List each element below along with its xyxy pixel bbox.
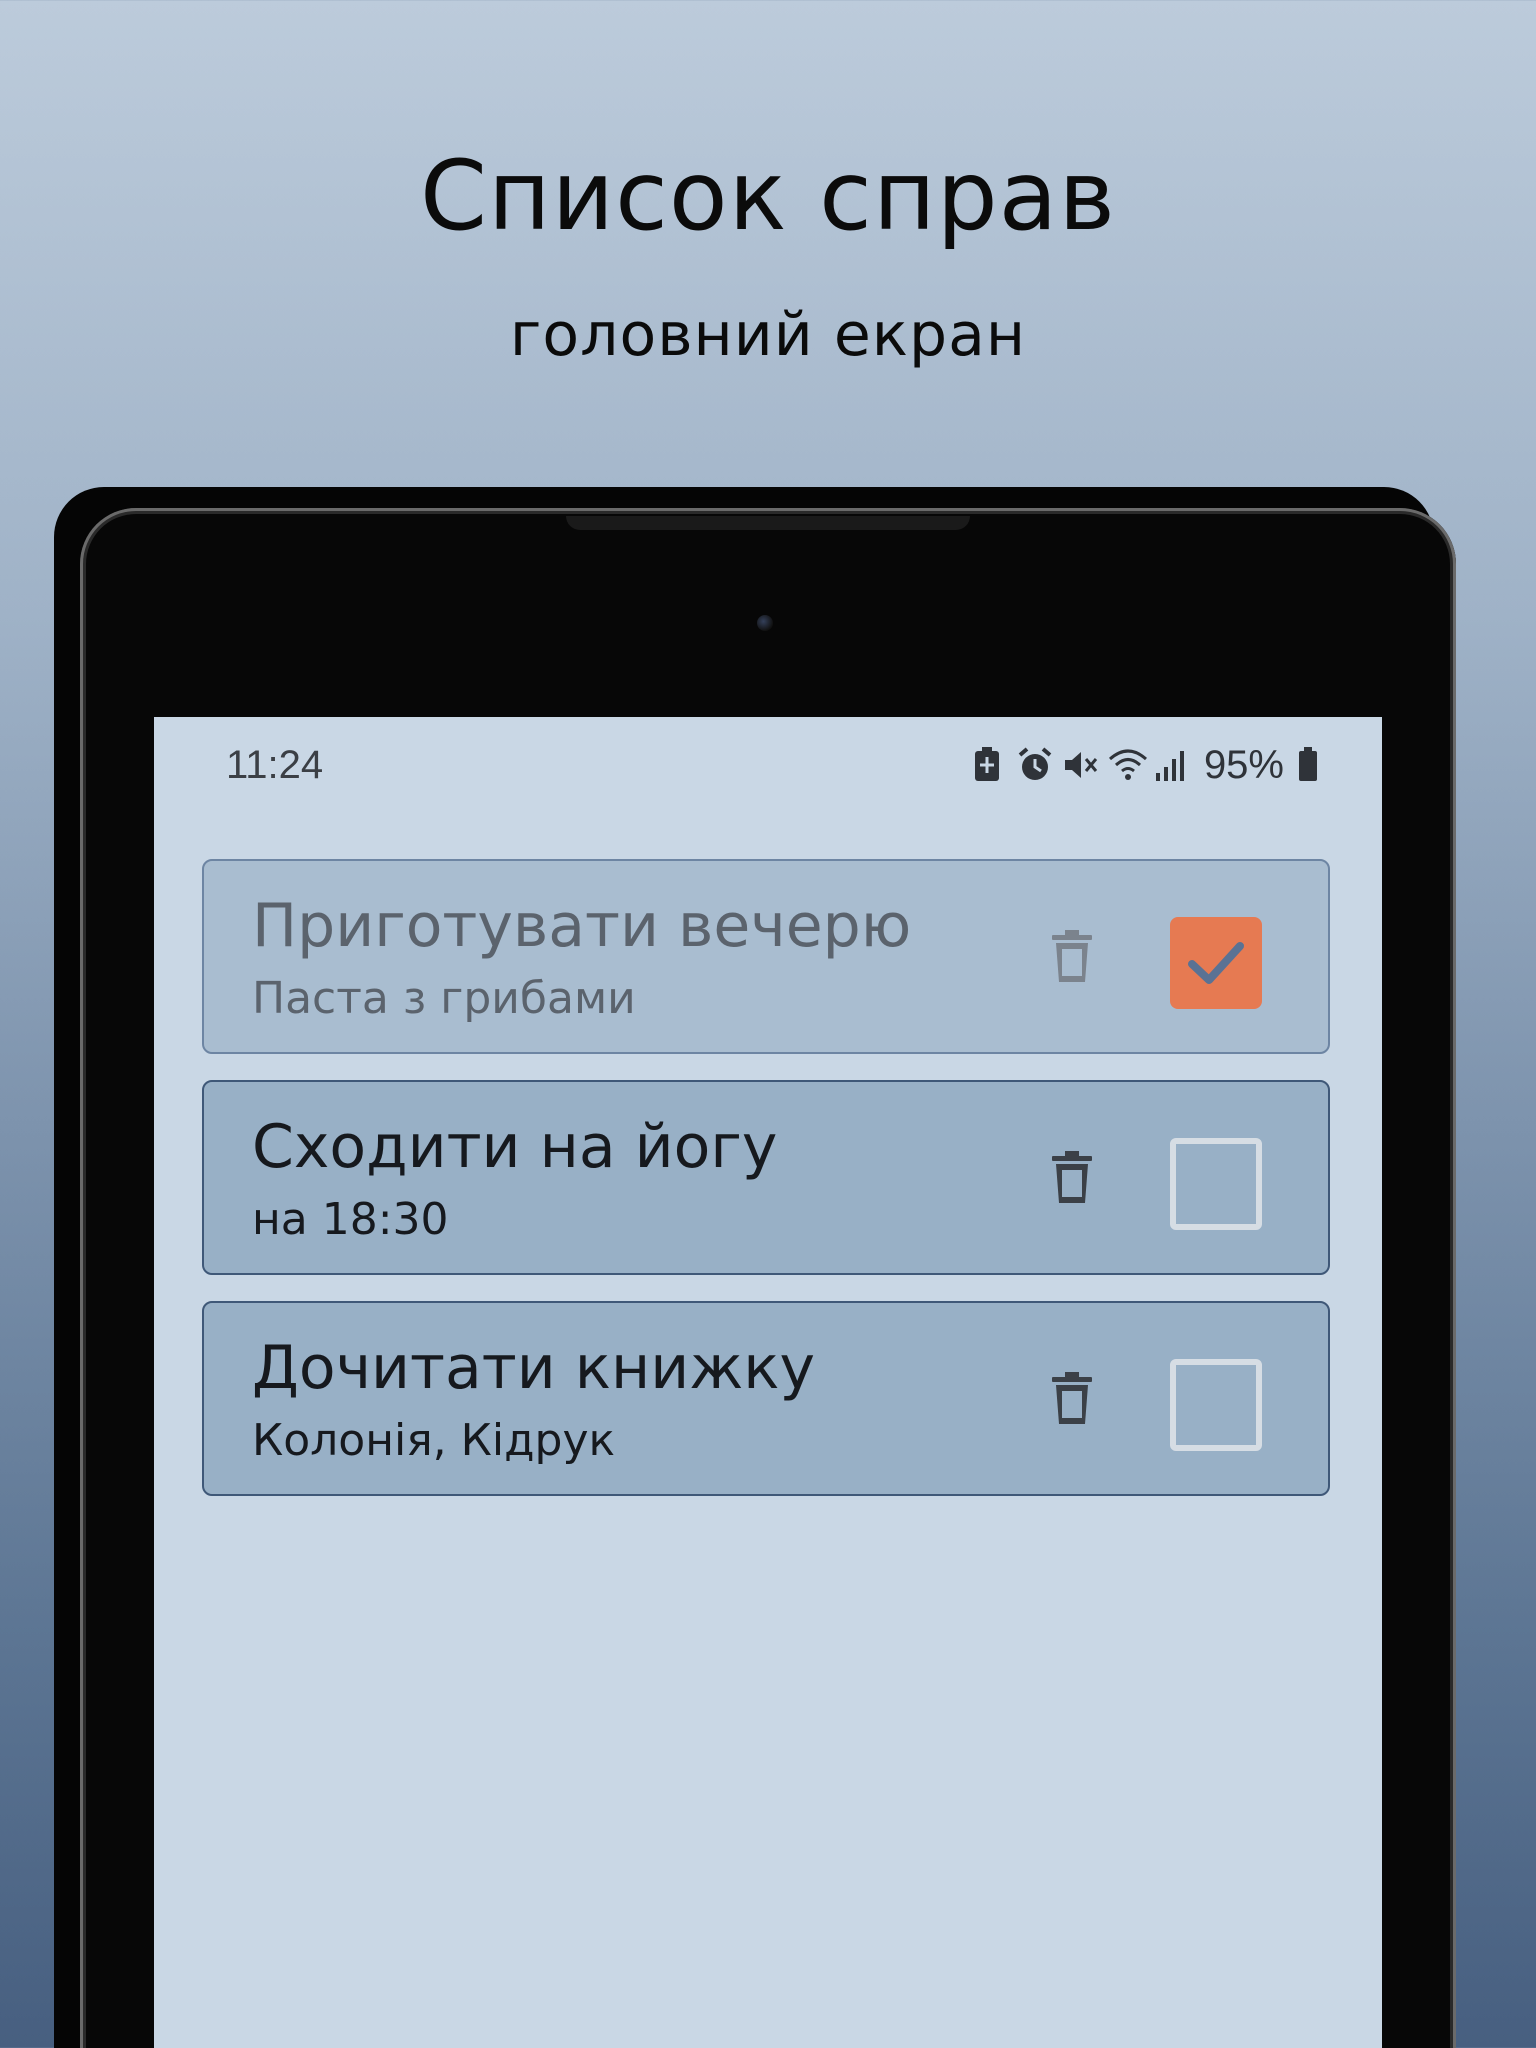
task-checkbox[interactable] (1170, 917, 1262, 1009)
app-screen: 11:24 95% Приготувати вечерю Паста з гри… (154, 717, 1382, 2048)
promo-subtitle: головний екран (509, 300, 1027, 370)
task-card[interactable]: Сходити на йогу на 18:30 (202, 1080, 1330, 1275)
signal-icon (1154, 745, 1188, 785)
task-card[interactable]: Приготувати вечерю Паста з грибами (202, 859, 1330, 1054)
task-subtitle: Паста з грибами (252, 973, 636, 1024)
task-checkbox[interactable] (1170, 1359, 1262, 1451)
task-title: Дочитати книжку (252, 1333, 816, 1403)
trash-icon (1050, 929, 1094, 989)
task-checkbox[interactable] (1170, 1138, 1262, 1230)
task-title: Сходити на йогу (252, 1112, 778, 1182)
task-subtitle: Колонія, Кідрук (252, 1415, 616, 1466)
mute-icon (1062, 745, 1098, 785)
status-bar: 11:24 95% (154, 717, 1382, 807)
task-subtitle: на 18:30 (252, 1194, 449, 1245)
delete-button[interactable] (1042, 1371, 1102, 1431)
promo-title: Список справ (419, 140, 1117, 252)
delete-button[interactable] (1042, 1150, 1102, 1210)
status-icons: 95% (970, 741, 1320, 789)
battery-percent: 95% (1203, 742, 1284, 787)
trash-icon (1050, 1371, 1094, 1431)
task-title: Приготувати вечерю (252, 891, 912, 961)
task-list: Приготувати вечерю Паста з грибами Сходи… (202, 859, 1334, 1522)
task-card[interactable]: Дочитати книжку Колонія, Кідрук (202, 1301, 1330, 1496)
front-camera (757, 615, 773, 631)
tablet-notch (566, 516, 970, 530)
wifi-icon (1108, 745, 1147, 785)
alarm-icon (1016, 745, 1052, 785)
battery-saver-icon (970, 745, 1004, 785)
delete-button[interactable] (1042, 929, 1102, 989)
status-time: 11:24 (226, 743, 324, 787)
trash-icon (1050, 1150, 1094, 1210)
battery-icon (1296, 745, 1320, 785)
